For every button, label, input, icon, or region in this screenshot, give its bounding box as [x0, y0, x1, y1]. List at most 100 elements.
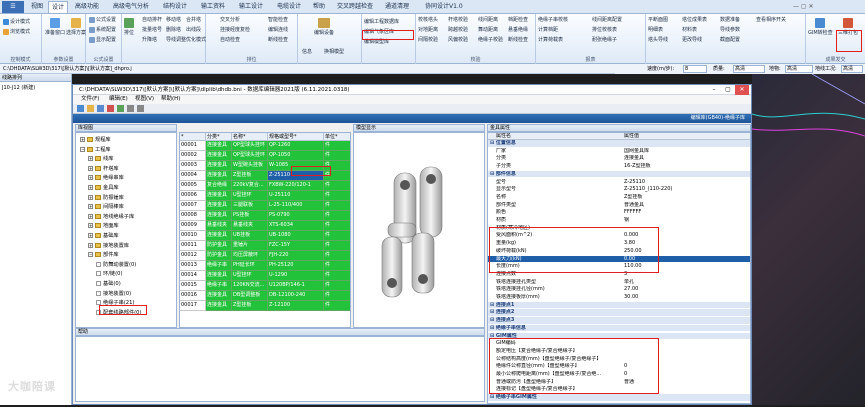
expand-icon[interactable]: +: [88, 175, 93, 181]
filter-icon[interactable]: [137, 105, 144, 112]
section-config-button[interactable]: 截面配置: [720, 36, 740, 43]
tab-electrical[interactable]: 高级电气分析: [110, 1, 152, 13]
crossing-check-button[interactable]: 跨越校验: [448, 26, 468, 33]
auto-check-button[interactable]: 自动检查: [220, 36, 240, 43]
tab-view[interactable]: 视图: [28, 1, 46, 13]
collapse-icon[interactable]: −: [80, 146, 85, 152]
break-line-check-button[interactable]: 断线检查: [508, 36, 528, 43]
tree-node[interactable]: + 基础库: [88, 232, 119, 239]
insulator-report-button[interactable]: 绝缘子串校核: [538, 16, 568, 23]
table-row[interactable]: 00017 连接金具 Z型挂板 Z-12100 件: [180, 301, 350, 311]
cross-analysis-button[interactable]: 交叉分析: [220, 16, 240, 23]
layout-button[interactable]: 排位: [124, 18, 134, 36]
property-category[interactable]: ⊟ 绝缘子串GIM属性: [488, 394, 750, 401]
property-row[interactable]: 名称 Z型挂板: [488, 194, 750, 201]
property-category[interactable]: ⊟ 位置信息: [488, 140, 750, 147]
break-check-button[interactable]: 断线检查: [268, 36, 288, 43]
line-distance-button[interactable]: 线间距离: [478, 16, 498, 23]
table-row[interactable]: 00014 连接金具 U型挂环 U-1290 件: [180, 271, 350, 281]
insulator-check-button[interactable]: 绝缘子校验: [478, 36, 503, 43]
calc-span-button[interactable]: 计算档距: [538, 26, 558, 33]
tree-node[interactable]: + 地面库: [88, 222, 119, 229]
grid-column-header[interactable]: *: [180, 133, 206, 141]
expand-icon[interactable]: +: [88, 185, 93, 190]
change-wire-button[interactable]: 更改导线: [682, 36, 702, 43]
tower-check-button[interactable]: 杆塔校验: [448, 16, 468, 23]
property-category[interactable]: ⊟ 绝缘子串信息: [488, 324, 750, 332]
optimize-button[interactable]: 优化模式: [186, 36, 206, 43]
property-row[interactable]: 颜色 FFFFFF: [488, 209, 750, 216]
expand-icon[interactable]: +: [88, 223, 93, 229]
edit-equipment-button[interactable]: 编辑设备: [314, 18, 334, 36]
menu-edit[interactable]: 编辑(E): [109, 95, 128, 104]
phase-switch-button[interactable]: 查看相序开关: [756, 16, 786, 23]
search-icon[interactable]: [127, 105, 134, 112]
maximize-button[interactable]: ▢: [721, 85, 735, 95]
save-icon[interactable]: [97, 105, 104, 112]
property-row[interactable]: 部件类型 普通金具: [488, 202, 750, 209]
tree-node[interactable]: − 工程库: [80, 146, 111, 153]
smart-check-button[interactable]: 智能检查: [268, 16, 288, 23]
line-distance-config-button[interactable]: 线间距离配置: [592, 16, 622, 23]
ground-distance-button[interactable]: 对地距离: [418, 26, 438, 33]
property-category[interactable]: ⊟ 连接点2: [488, 309, 750, 316]
batch-number-button[interactable]: 批量塔号: [142, 26, 162, 33]
expand-icon[interactable]: +: [88, 204, 93, 210]
tree-node[interactable]: 防舞动装置(0): [96, 261, 136, 268]
select-scheme-button[interactable]: 选择方案: [66, 18, 86, 36]
collapse-icon[interactable]: −: [88, 252, 93, 258]
tab-help[interactable]: 帮助: [310, 1, 328, 13]
tree-node[interactable]: + 线库: [88, 155, 113, 162]
calc-load-button[interactable]: 计算荷载表: [538, 36, 563, 43]
system-config-button[interactable]: 系统配置: [89, 26, 116, 33]
delete-icon[interactable]: [107, 105, 114, 112]
table-row[interactable]: 00015 绝缘子串 120KN交流... U120BP/146-1 件: [180, 281, 350, 291]
line-tree-root[interactable]: J10-J12 (新建): [0, 82, 71, 93]
speed-dropdown[interactable]: 8: [683, 65, 707, 73]
expand-icon[interactable]: +: [88, 233, 93, 238]
tree-node[interactable]: + 规程库: [80, 136, 111, 143]
table-row[interactable]: 00009 悬垂线夹 悬垂线夹 XTS-6034 件: [180, 221, 350, 231]
check-head-button[interactable]: 校核塔头: [418, 16, 438, 23]
table-row[interactable]: 00013 绝缘子串 PH延长环 PH-25120 件: [180, 261, 350, 271]
tab-advanced[interactable]: 高级功能: [72, 1, 102, 13]
table-row[interactable]: 00002 连接金具 QP型球头挂环 QP-1050 件: [180, 151, 350, 161]
terrain2-dropdown[interactable]: 高清: [841, 65, 863, 73]
tab-collab[interactable]: 协同设计V1.0: [422, 1, 466, 13]
property-row[interactable]: 材质 钢: [488, 217, 750, 224]
menu-view[interactable]: 视图(V): [135, 95, 154, 104]
quality-dropdown[interactable]: 高清: [733, 65, 765, 73]
tree-node[interactable]: + 防振锤库: [88, 194, 124, 201]
merge-tower-button[interactable]: 合并塔: [186, 16, 201, 23]
tree-node[interactable]: + 地线绝缘子库: [88, 213, 134, 220]
formula-settings-button[interactable]: 公式设置: [89, 16, 116, 23]
gim-check-button[interactable]: GIM转检查: [808, 18, 833, 36]
suspension-check-button[interactable]: 悬垂绝缘: [508, 26, 528, 33]
table-row[interactable]: 00012 防护金具 均压屏蔽环 FJH-220 件: [180, 251, 350, 261]
table-row[interactable]: 00005 复合绝缘 220kV复合... FXBW-220/120-1 件: [180, 181, 350, 191]
gallop-distance-button[interactable]: 舞动距离: [478, 26, 498, 33]
interval-check-button[interactable]: 间隔校验: [418, 36, 438, 43]
tower-head-button[interactable]: 塔头导线: [648, 36, 668, 43]
auto-tower-button[interactable]: 自动排杆: [142, 16, 162, 23]
property-row[interactable]: 子分类 16-Z型挂板: [488, 163, 750, 170]
tree-node[interactable]: + 杆塔库: [88, 165, 119, 172]
table-row[interactable]: 00016 连接金具 DB型调整板 DB-12100-240 件: [180, 291, 350, 301]
property-category[interactable]: ⊟ 连接点1: [488, 301, 750, 309]
mount-check-button[interactable]: 挂接经度复检: [220, 26, 250, 33]
3d-viewport[interactable]: [751, 73, 865, 405]
raise-lower-button[interactable]: 升降塔: [142, 36, 157, 43]
terrain-dropdown[interactable]: 高清: [785, 65, 813, 73]
app-menu-button[interactable]: ☰: [2, 1, 24, 13]
table-row[interactable]: 00011 防护金具 重锤片 FZC-15Y 件: [180, 241, 350, 251]
property-row[interactable]: 显示型号 Z-25110_(110-220): [488, 186, 750, 193]
model-view[interactable]: [353, 132, 485, 328]
tab-clearing[interactable]: 通道清理: [382, 1, 412, 13]
table-row[interactable]: 00008 连接金具 PS挂板 PS-0790 件: [180, 211, 350, 221]
plan-section-button[interactable]: 平断面图: [648, 16, 668, 23]
swap-model-button[interactable]: 换相模型: [324, 48, 344, 55]
property-row[interactable]: 厂家 国网金具库: [488, 148, 750, 155]
property-row[interactable]: 型号 Z-25110: [488, 179, 750, 186]
tree-node[interactable]: 基础(0): [96, 280, 121, 287]
close-button[interactable]: ✕: [735, 85, 749, 95]
